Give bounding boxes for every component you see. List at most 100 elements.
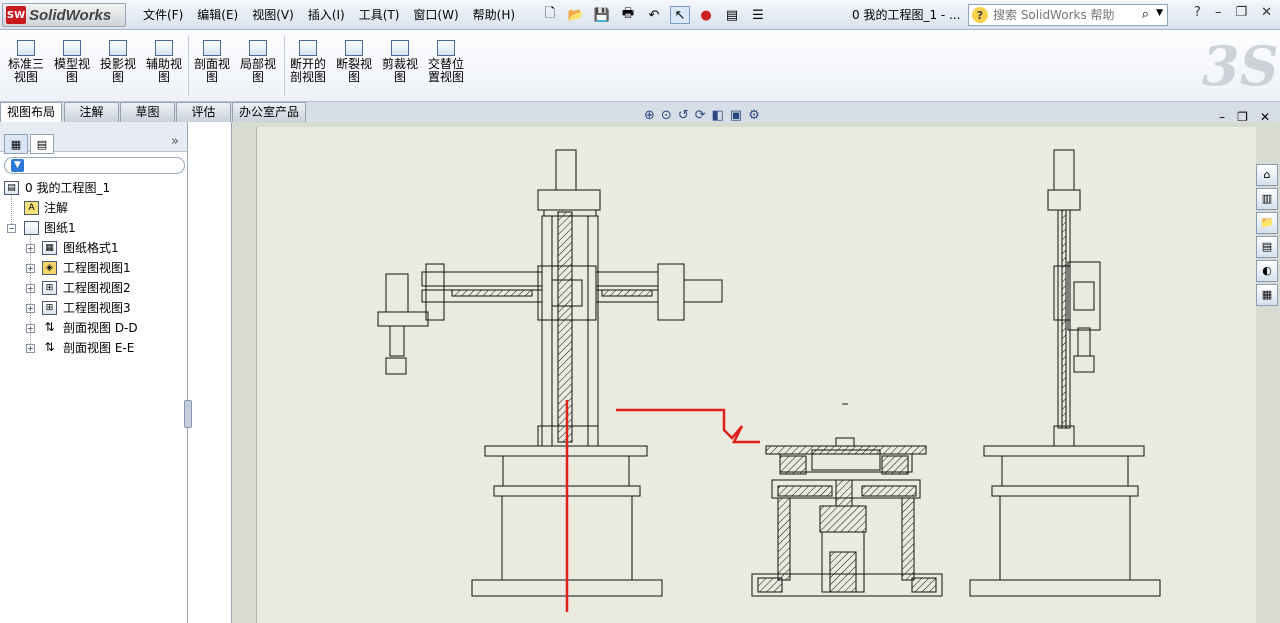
rebuild-traffic-light-icon[interactable]: ●	[696, 6, 716, 24]
model-view-button[interactable]: 模型视图	[52, 40, 92, 84]
menu-help[interactable]: 帮助(H)	[466, 6, 522, 24]
expand-toggle[interactable]: +	[26, 344, 35, 353]
tree-item-section-dd[interactable]: + ⇅ 剖面视图 D-D	[0, 318, 188, 338]
menu-tools[interactable]: 工具(T)	[352, 6, 407, 24]
sheet-format-icon: ▦	[42, 241, 57, 255]
command-tabs: 视图布局 注解 草图 评估 办公室产品	[0, 102, 1280, 123]
expand-toggle[interactable]: +	[26, 244, 35, 253]
drawing-view-icon: ⊞	[42, 281, 57, 295]
property-manager-tab-icon[interactable]: ▤	[30, 134, 54, 154]
tab-sketch[interactable]: 草图	[120, 102, 175, 122]
window-controls: ? – ❐ ✕	[1194, 5, 1272, 20]
restore-icon[interactable]: ❐	[1235, 5, 1247, 20]
collapse-toggle[interactable]: −	[7, 224, 16, 233]
panel-tabs: ▦ ▤ »	[0, 122, 187, 154]
home-icon[interactable]: ⌂	[1256, 164, 1278, 186]
section-view-icon	[203, 40, 221, 56]
view-display-icon[interactable]: ◧	[712, 108, 724, 123]
custom-properties-icon[interactable]: ▦	[1256, 284, 1278, 306]
filter-icon: ▼	[11, 159, 24, 172]
help-dropdown-icon[interactable]: ?	[1194, 5, 1201, 20]
view-palette-icon[interactable]: ▤	[1256, 236, 1278, 258]
select-pointer-icon[interactable]: ↖	[670, 6, 690, 24]
options-icon[interactable]: ☰	[748, 6, 768, 24]
new-document-icon[interactable]: 🗋	[540, 6, 560, 24]
projected-view-button[interactable]: 投影视图	[98, 40, 138, 84]
expand-toggle[interactable]: +	[26, 264, 35, 273]
menu-view[interactable]: 视图(V)	[245, 6, 301, 24]
tab-office-products[interactable]: 办公室产品	[232, 102, 306, 122]
tree-item-section-ee[interactable]: + ⇅ 剖面视图 E-E	[0, 338, 188, 358]
design-library-icon[interactable]: ▥	[1256, 188, 1278, 210]
file-properties-icon[interactable]: ▤	[722, 6, 742, 24]
broken-out-section-button[interactable]: 断开的剖视图	[288, 40, 328, 84]
expand-panel-icon[interactable]: »	[171, 134, 179, 149]
tree-item-drawing-view2[interactable]: + ⊞ 工程图视图2	[0, 278, 188, 298]
tree-root[interactable]: ▤ 0 我的工程图_1	[0, 178, 188, 198]
drawing-view-icon: ⊞	[42, 301, 57, 315]
rebuild-icon[interactable]: ⟳	[695, 108, 706, 123]
previous-view-icon[interactable]: ↺	[678, 108, 689, 123]
hide-show-icon[interactable]: ▣	[730, 108, 742, 123]
tree-item-sheet1[interactable]: − 图纸1	[0, 218, 188, 238]
appearances-icon[interactable]: ◐	[1256, 260, 1278, 282]
engineering-drawing	[377, 149, 1161, 612]
close-icon[interactable]: ✕	[1260, 110, 1270, 124]
undo-icon[interactable]: ↶	[644, 6, 664, 24]
panel-resize-handle[interactable]	[184, 400, 192, 428]
sheet-icon	[24, 221, 39, 235]
crop-view-button[interactable]: 剪裁视图	[380, 40, 420, 84]
tree-item-drawing-view3[interactable]: + ⊞ 工程图视图3	[0, 298, 188, 318]
alternate-position-view-button[interactable]: 交替位置视图	[426, 40, 466, 84]
section-view[interactable]	[751, 403, 943, 597]
search-input[interactable]	[993, 8, 1133, 22]
tree-item-annotations[interactable]: A 注解	[0, 198, 188, 218]
feature-tree-tab-icon[interactable]: ▦	[4, 134, 28, 154]
expand-toggle[interactable]: +	[26, 324, 35, 333]
task-pane-tabs: ⌂ ▥ 📁 ▤ ◐ ▦	[1256, 164, 1280, 308]
menu-insert[interactable]: 插入(I)	[301, 6, 352, 24]
menu-file[interactable]: 文件(F)	[136, 6, 190, 24]
standard-3-view-icon	[17, 40, 35, 56]
menu-edit[interactable]: 编辑(E)	[190, 6, 245, 24]
heads-up-view-toolbar: ⊕ ⊙ ↺ ⟳ ◧ ▣ ⚙	[644, 108, 760, 123]
annotation-icon: A	[24, 201, 39, 215]
save-icon[interactable]: 💾	[592, 6, 612, 24]
view-settings-icon[interactable]: ⚙	[748, 108, 760, 123]
chevron-down-icon[interactable]: ▼	[1156, 8, 1163, 18]
auxiliary-view-button[interactable]: 辅助视图	[144, 40, 184, 84]
close-icon[interactable]: ✕	[1261, 5, 1272, 20]
zoom-to-area-icon[interactable]: ⊙	[661, 108, 672, 123]
feature-tree: ▤ 0 我的工程图_1 A 注解 − 图纸1 + ▦ 图纸格式1 + ◈ 工程图…	[0, 178, 188, 358]
tab-evaluate[interactable]: 评估	[176, 102, 231, 122]
tree-filter[interactable]: ▼	[4, 157, 185, 174]
tree-item-drawing-view1[interactable]: + ◈ 工程图视图1	[0, 258, 188, 278]
tab-view-layout[interactable]: 视图布局	[0, 102, 62, 123]
print-icon[interactable]: 🖶	[618, 6, 638, 24]
side-view[interactable]	[969, 149, 1161, 597]
expand-toggle[interactable]: +	[26, 304, 35, 313]
expand-toggle[interactable]: +	[26, 284, 35, 293]
standard-3-view-button[interactable]: 标准三视图	[6, 40, 46, 84]
file-explorer-icon[interactable]: 📁	[1256, 212, 1278, 234]
minimize-icon[interactable]: –	[1215, 5, 1222, 20]
zoom-to-fit-icon[interactable]: ⊕	[644, 108, 655, 123]
break-view-button[interactable]: 断裂视图	[334, 40, 374, 84]
drawing-document-icon: ▤	[4, 181, 19, 195]
document-title: 0 我的工程图_1 - ...	[852, 8, 961, 22]
auxiliary-view-icon	[155, 40, 173, 56]
front-view[interactable]	[377, 149, 723, 597]
panel-splitter-area	[184, 122, 232, 623]
tree-item-sheet-format[interactable]: + ▦ 图纸格式1	[0, 238, 188, 258]
detail-view-button[interactable]: 局部视图	[238, 40, 278, 84]
app-logo[interactable]: SW SolidWorks	[2, 3, 126, 27]
menu-bar: 文件(F) 编辑(E) 视图(V) 插入(I) 工具(T) 窗口(W) 帮助(H…	[136, 6, 522, 24]
open-folder-icon[interactable]: 📂	[566, 6, 586, 24]
help-search[interactable]: ? ⌕ ▼	[968, 4, 1168, 26]
search-icon[interactable]: ⌕	[1142, 7, 1149, 22]
tab-annotation[interactable]: 注解	[64, 102, 119, 122]
section-view-button[interactable]: 剖面视图	[192, 40, 232, 84]
menu-window[interactable]: 窗口(W)	[406, 6, 465, 24]
quick-access-toolbar: 🗋 📂 💾 🖶 ↶ ↖ ● ▤ ☰	[540, 4, 768, 26]
solidworks-logo-icon: SW	[6, 6, 26, 24]
